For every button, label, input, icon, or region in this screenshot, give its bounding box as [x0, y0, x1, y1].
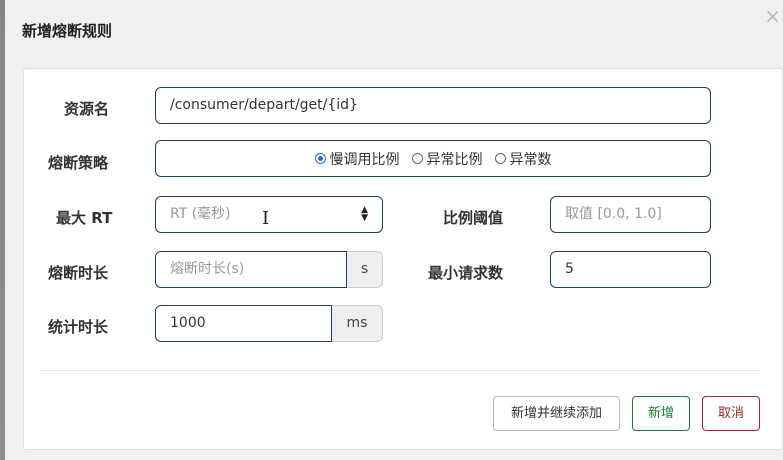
radio-label: 慢调用比例	[329, 151, 400, 168]
radio-slow-call-ratio[interactable]: 慢调用比例	[314, 149, 400, 169]
ratio-threshold-input[interactable]: 取值 [0.0, 1.0]	[550, 196, 711, 233]
add-button[interactable]: 新增	[632, 396, 690, 431]
max-rt-placeholder: RT (毫秒)	[170, 206, 231, 222]
radio-label: 异常比例	[426, 151, 483, 168]
resource-input[interactable]: /consumer/depart/get/{id}	[155, 87, 711, 124]
footer-divider	[40, 370, 760, 371]
min-requests-label: 最小请求数	[428, 264, 504, 282]
radio-checked-icon	[314, 153, 326, 164]
radio-unchecked-icon	[494, 153, 506, 164]
text-cursor-icon: I	[262, 208, 270, 229]
dialog-title: 新增熔断规则	[22, 22, 113, 40]
strategy-radio-group: 慢调用比例 异常比例 异常数	[155, 140, 711, 177]
min-requests-input[interactable]: 5	[550, 251, 711, 288]
radio-exception-ratio[interactable]: 异常比例	[411, 149, 483, 169]
radio-exception-count[interactable]: 异常数	[494, 149, 552, 169]
stat-duration-label: 统计时长	[48, 318, 109, 336]
radio-label: 异常数	[509, 151, 552, 168]
cancel-button[interactable]: 取消	[702, 396, 760, 431]
max-rt-label: 最大 RT	[56, 209, 113, 227]
milliseconds-unit-addon: ms	[332, 305, 383, 342]
break-duration-input[interactable]: 熔断时长(s)	[155, 251, 347, 288]
seconds-unit-addon: s	[347, 251, 383, 288]
resource-label: 资源名	[64, 100, 110, 118]
close-icon[interactable]: ×	[764, 6, 781, 26]
dialog-header: 新增熔断规则 ×	[5, 0, 783, 62]
stat-duration-input[interactable]: 1000	[155, 305, 332, 342]
add-and-continue-button[interactable]: 新增并继续添加	[493, 396, 620, 431]
radio-unchecked-icon	[411, 153, 423, 164]
break-duration-label: 熔断时长	[48, 264, 109, 282]
number-spinner-icon[interactable]: ▲ ▼	[361, 206, 368, 223]
strategy-label: 熔断策略	[48, 154, 109, 172]
ratio-threshold-label: 比例阈值	[443, 209, 504, 227]
